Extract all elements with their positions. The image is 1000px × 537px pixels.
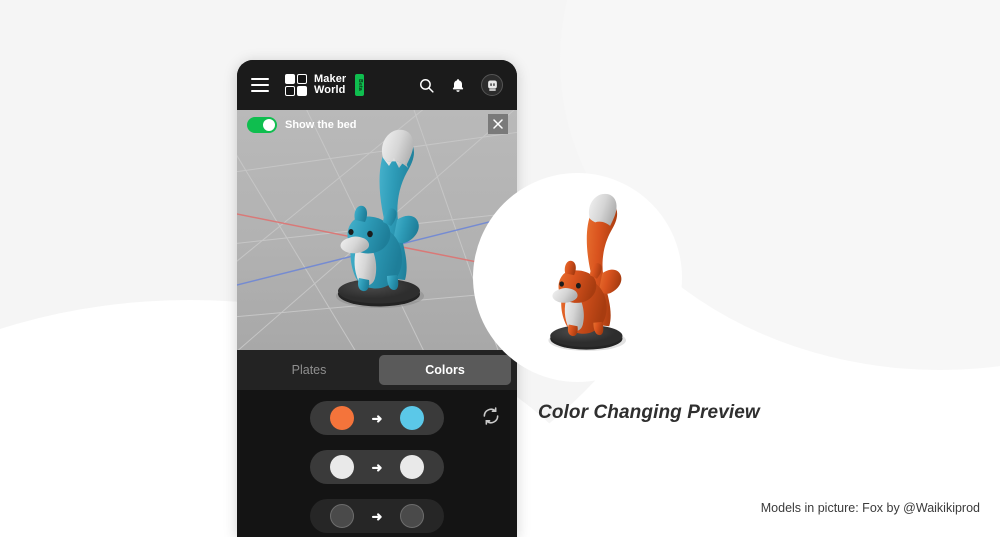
search-icon[interactable] [418, 77, 435, 94]
model-attribution: Models in picture: Fox by @Waikikiprod [760, 501, 980, 515]
toggle-knob [263, 119, 275, 131]
brand-line-2: World [314, 84, 346, 96]
swatch-to-3[interactable] [400, 504, 425, 528]
brand-logo[interactable]: Maker World Beta [285, 73, 365, 97]
show-bed-label: Show the bed [285, 119, 357, 131]
color-mapping-row-1[interactable]: ➜ [310, 401, 444, 435]
screenshot-root: Maker World Beta Show the bed Plates Col… [0, 0, 1000, 537]
fox-model-preview-orange [548, 193, 626, 351]
beta-badge-label: Beta [356, 79, 363, 91]
hamburger-menu-icon[interactable] [251, 78, 269, 92]
mapping-arrow-3: ➜ [371, 508, 383, 524]
makerworld-logo-icon [285, 74, 307, 96]
swatch-to-1[interactable] [400, 406, 425, 430]
show-bed-toggle[interactable] [247, 117, 277, 133]
notification-bell-icon[interactable] [450, 77, 466, 94]
mapping-arrow-2: ➜ [371, 459, 383, 475]
viewport-top-controls: Show the bed [237, 110, 517, 140]
color-mapping-row-2[interactable]: ➜ [310, 450, 444, 484]
swatch-from-2[interactable] [329, 455, 354, 479]
refresh-sync-icon[interactable] [481, 406, 501, 426]
colors-panel: ➜ ➜ ➜ [237, 390, 517, 537]
color-mapping-row-3[interactable]: ➜ [310, 499, 444, 533]
header-icon-group [418, 74, 503, 96]
mapping-arrow-1: ➜ [371, 410, 383, 426]
app-header: Maker World Beta [237, 60, 517, 110]
swatch-from-3[interactable] [329, 504, 354, 528]
swatch-to-2[interactable] [400, 455, 425, 479]
swatch-from-1[interactable] [329, 406, 354, 430]
color-preview-circle [473, 173, 682, 382]
user-avatar-icon[interactable] [481, 74, 503, 96]
beta-badge: Beta [355, 74, 365, 96]
tab-plates[interactable]: Plates [243, 355, 375, 385]
preview-caption: Color Changing Preview [538, 402, 760, 423]
brand-wordmark: Maker World [314, 73, 346, 97]
